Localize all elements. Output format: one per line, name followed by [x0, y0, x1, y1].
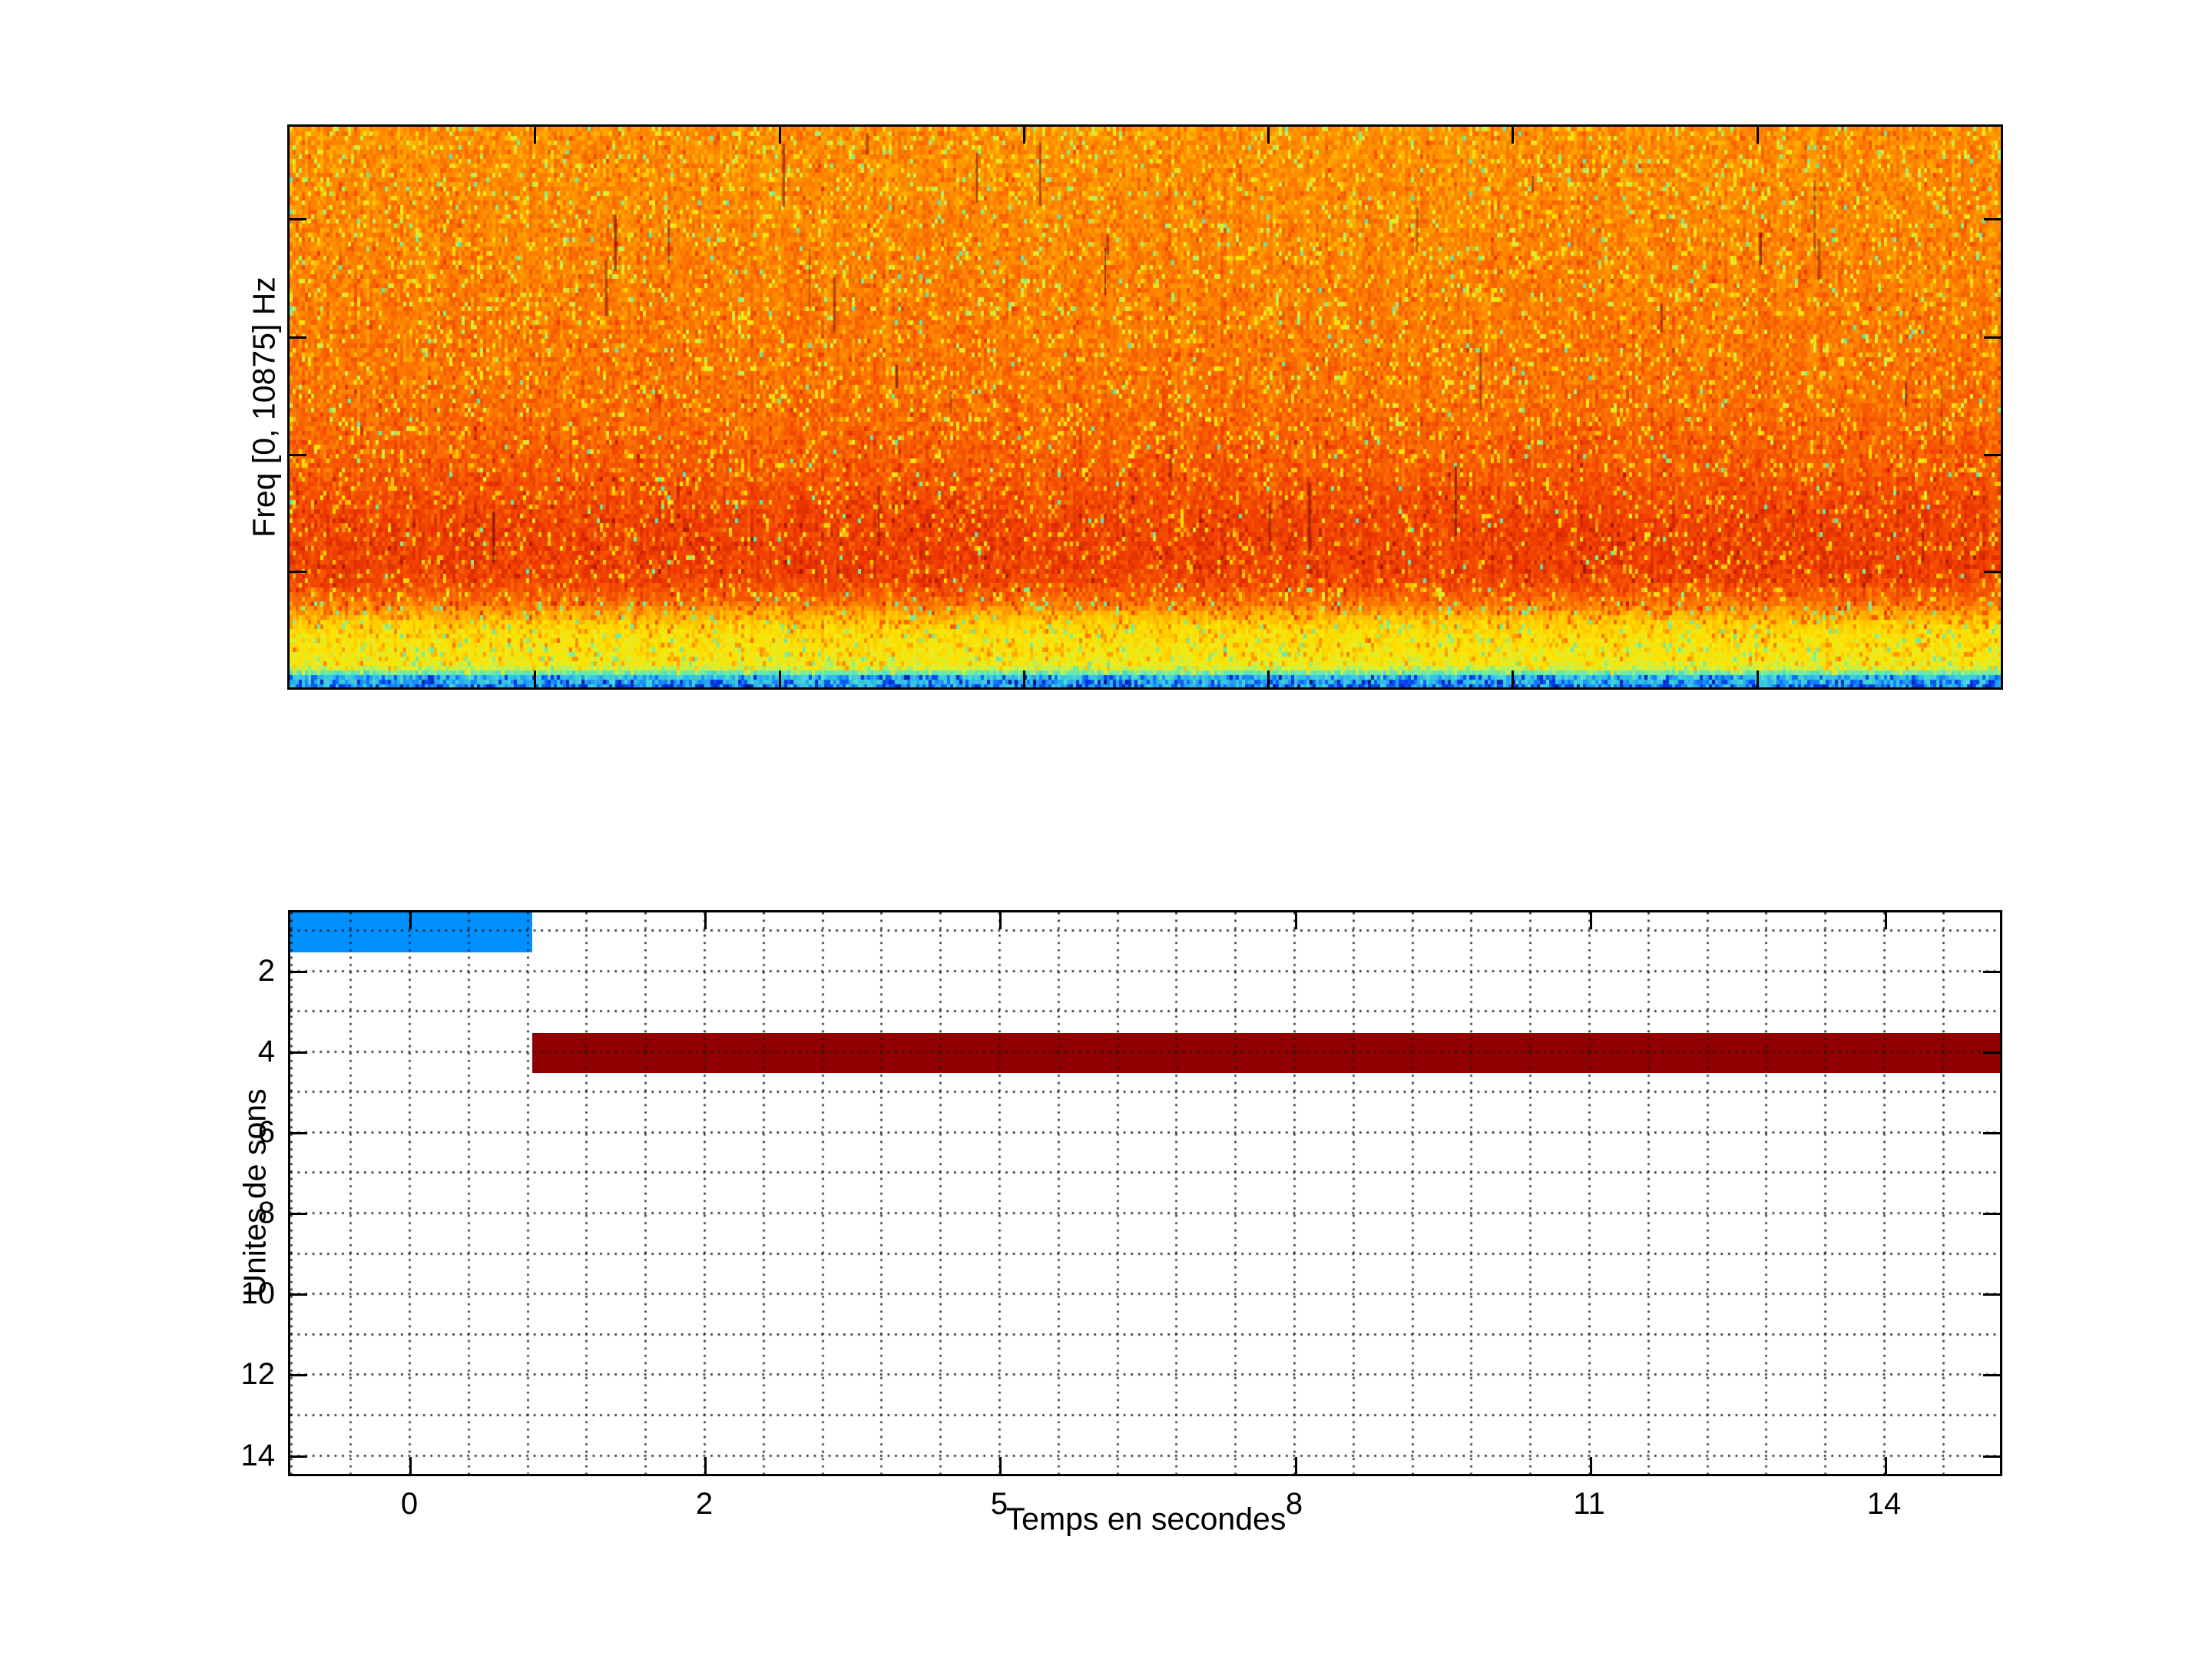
axis-tick: [1267, 127, 1270, 144]
units-plot: [288, 910, 2002, 1476]
axis-tick: [290, 1213, 307, 1215]
axis-tick: [1984, 336, 2001, 339]
axis-tick: [1885, 1457, 1887, 1474]
y-tick-label: 8: [257, 1196, 275, 1230]
axis-tick: [290, 571, 306, 573]
axis-tick: [1983, 971, 2000, 973]
axis-tick: [704, 1457, 707, 1474]
axis-tick: [1267, 671, 1270, 687]
axis-tick: [1983, 1132, 2000, 1134]
axis-tick: [1590, 1457, 1592, 1474]
axis-tick: [290, 336, 306, 339]
axis-tick: [1023, 127, 1025, 144]
axis-tick: [290, 1051, 307, 1054]
axis-tick: [290, 1293, 307, 1296]
axis-tick: [1757, 671, 1759, 687]
axis-tick: [1984, 571, 2001, 573]
axis-tick: [704, 912, 707, 929]
freq-axis-label: Freq [0, 10875] Hz: [246, 276, 282, 538]
x-tick-label: 2: [695, 1487, 714, 1521]
axis-tick: [779, 127, 781, 144]
axis-tick: [1512, 127, 1514, 144]
spectrogram-canvas: [290, 127, 2001, 687]
axis-tick: [1984, 218, 2001, 220]
axis-tick: [1983, 1455, 2000, 1458]
x-tick-label: 14: [1866, 1487, 1902, 1521]
axis-tick: [1757, 127, 1759, 144]
axis-tick: [290, 1374, 307, 1376]
axis-tick: [1983, 1051, 2000, 1054]
y-tick-label: 12: [240, 1357, 276, 1391]
y-tick-label: 4: [257, 1035, 275, 1068]
spectrogram-plot: [287, 124, 2003, 690]
x-tick-label: 8: [1285, 1487, 1303, 1521]
axis-tick: [409, 912, 412, 929]
axis-tick: [999, 912, 1002, 929]
y-tick-label: 6: [257, 1115, 275, 1149]
axis-tick: [1983, 1213, 2000, 1215]
axis-tick: [290, 1132, 307, 1134]
axis-tick: [779, 671, 781, 687]
y-tick-label: 14: [240, 1439, 276, 1472]
axis-tick: [409, 1457, 412, 1474]
x-tick-label: 0: [400, 1487, 419, 1521]
y-tick-label: 2: [257, 954, 275, 988]
axis-tick: [1512, 671, 1514, 687]
axis-tick: [1590, 912, 1592, 929]
axis-tick: [1885, 912, 1887, 929]
axis-tick: [1983, 1293, 2000, 1296]
axis-tick: [290, 1455, 307, 1458]
axis-tick: [290, 971, 307, 973]
axis-tick: [290, 454, 306, 456]
axis-tick: [290, 218, 306, 220]
axis-tick: [1295, 912, 1297, 929]
x-tick-label: 5: [990, 1487, 1008, 1521]
x-tick-label: 11: [1573, 1487, 1605, 1521]
axis-tick: [534, 671, 536, 687]
axis-tick: [999, 1457, 1002, 1474]
axis-tick: [534, 127, 536, 144]
axis-tick: [1023, 671, 1025, 687]
axis-tick: [1983, 1374, 2000, 1376]
y-tick-label: 10: [240, 1277, 276, 1310]
axis-tick: [1295, 1457, 1297, 1474]
grid-canvas: [290, 912, 2000, 1474]
axis-tick: [1984, 454, 2001, 456]
